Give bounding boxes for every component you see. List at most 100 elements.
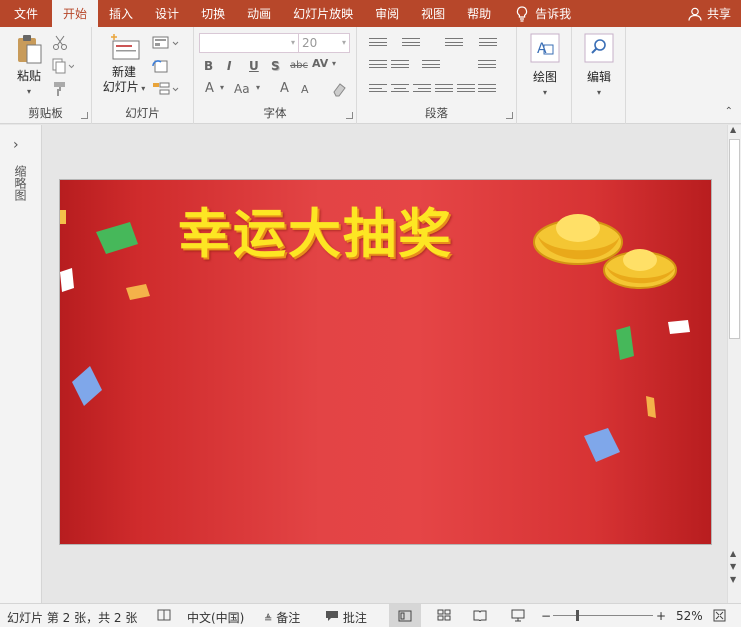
new-slide-label-1: 新建 bbox=[111, 65, 136, 79]
slide-sorter-icon[interactable] bbox=[437, 609, 451, 624]
tab-file[interactable]: 文件 bbox=[0, 0, 52, 27]
group-clipboard: 粘贴 ▾ 剪贴板 bbox=[0, 27, 92, 124]
new-slide-button[interactable]: 新建 幻灯片 ▾ bbox=[98, 33, 150, 96]
cut-icon[interactable] bbox=[52, 35, 68, 51]
change-case-button[interactable]: Aa bbox=[234, 82, 250, 96]
copy-icon[interactable] bbox=[52, 58, 75, 74]
zoom-slider-thumb[interactable] bbox=[576, 610, 579, 621]
tab-review[interactable]: 审阅 bbox=[364, 0, 410, 27]
chevron-down-icon: ▾ bbox=[341, 38, 346, 47]
scroll-up-icon[interactable]: ▲ bbox=[730, 125, 736, 134]
paste-button[interactable]: 粘贴 ▾ bbox=[10, 33, 48, 99]
ribbon-tab-bar: 文件 开始 插入 设计 切换 动画 幻灯片放映 审阅 视图 帮助 告诉我 共享 bbox=[0, 0, 741, 27]
tab-design[interactable]: 设计 bbox=[144, 0, 190, 27]
format-painter-icon[interactable] bbox=[52, 81, 68, 97]
tab-view[interactable]: 视图 bbox=[410, 0, 456, 27]
shrink-font-button[interactable]: A bbox=[301, 83, 309, 96]
align-left-icon[interactable] bbox=[369, 84, 387, 96]
scroll-thumb[interactable] bbox=[729, 139, 740, 339]
next-slide-icon[interactable]: ▼ bbox=[730, 575, 736, 584]
language-indicator[interactable]: 中文(中国) bbox=[187, 609, 244, 626]
dialog-launcher-icon[interactable] bbox=[81, 112, 88, 119]
normal-view-icon[interactable] bbox=[389, 604, 421, 627]
font-size-dropdown[interactable]: 20 ▾ bbox=[298, 33, 350, 53]
layout-icon[interactable] bbox=[152, 35, 179, 51]
vertical-scrollbar[interactable]: ▲ ▲ ▼ ▼ bbox=[727, 125, 741, 603]
grow-font-button[interactable]: A bbox=[280, 81, 289, 96]
align-text-icon[interactable] bbox=[478, 60, 496, 72]
comments-button[interactable]: 批注 bbox=[325, 609, 367, 626]
reset-icon[interactable] bbox=[152, 58, 168, 74]
smartart-icon[interactable] bbox=[478, 84, 496, 96]
group-editing: 编辑 ▾ bbox=[572, 27, 626, 124]
tab-slideshow[interactable]: 幻灯片放映 bbox=[282, 0, 364, 27]
decrease-indent-icon[interactable] bbox=[369, 60, 387, 72]
new-slide-label-2: 幻灯片 bbox=[102, 80, 139, 94]
bullets-icon[interactable] bbox=[369, 38, 387, 50]
font-name-dropdown[interactable]: ▾ bbox=[199, 33, 299, 53]
slide-counter: 幻灯片 第 2 张，共 2 张 bbox=[7, 611, 138, 625]
dialog-launcher-icon[interactable] bbox=[506, 112, 513, 119]
slide[interactable]: 幸运大抽奖 bbox=[59, 179, 712, 545]
paragraph-group-label: 段落 bbox=[425, 106, 448, 120]
strikethrough-button[interactable]: abc bbox=[290, 60, 308, 71]
fit-to-window-icon[interactable] bbox=[713, 609, 726, 625]
clear-formatting-icon[interactable] bbox=[331, 81, 347, 97]
text-direction-icon[interactable] bbox=[422, 60, 440, 72]
accessibility-icon[interactable] bbox=[157, 609, 171, 625]
share-button[interactable]: 共享 bbox=[678, 0, 741, 27]
share-label: 共享 bbox=[706, 7, 731, 21]
thumbnails-label[interactable]: 缩略图 bbox=[12, 165, 29, 201]
dialog-launcher-icon[interactable] bbox=[346, 112, 353, 119]
slideshow-icon[interactable] bbox=[511, 609, 525, 625]
tab-insert[interactable]: 插入 bbox=[98, 0, 144, 27]
clipboard-icon bbox=[18, 35, 42, 64]
editing-button[interactable]: 编辑 ▾ bbox=[578, 33, 620, 100]
zoom-level[interactable]: 52% bbox=[676, 609, 703, 623]
tell-me-box[interactable]: 告诉我 bbox=[502, 0, 579, 27]
notes-label: 备注 bbox=[276, 611, 301, 625]
expand-pane-icon[interactable]: › bbox=[13, 137, 19, 153]
font-group-label: 字体 bbox=[263, 106, 287, 120]
chevron-down-icon[interactable]: ▾ bbox=[256, 83, 260, 92]
chevron-down-icon: ▾ bbox=[26, 87, 31, 96]
chevron-down-icon[interactable]: ▾ bbox=[332, 59, 336, 68]
numbering-icon[interactable] bbox=[402, 38, 420, 50]
notes-button[interactable]: ≜ 备注 bbox=[264, 609, 300, 626]
character-spacing-button[interactable]: AV bbox=[312, 57, 328, 70]
line-spacing-icon[interactable] bbox=[445, 38, 463, 50]
collapse-ribbon-icon[interactable]: ⌃ bbox=[725, 106, 733, 117]
comment-icon bbox=[326, 611, 338, 621]
scroll-down-icon[interactable]: ▼ bbox=[730, 562, 736, 571]
font-size-value: 20 bbox=[302, 36, 318, 50]
font-color-button[interactable]: A bbox=[205, 81, 214, 96]
person-icon bbox=[688, 7, 702, 21]
comments-label: 批注 bbox=[342, 611, 367, 625]
tab-transitions[interactable]: 切换 bbox=[190, 0, 236, 27]
zoom-slider[interactable] bbox=[553, 610, 653, 621]
tab-help[interactable]: 帮助 bbox=[456, 0, 502, 27]
shadow-button[interactable]: S bbox=[271, 59, 280, 73]
chevron-down-icon[interactable]: ▾ bbox=[220, 83, 224, 92]
drawing-button[interactable]: A 绘图 ▾ bbox=[525, 33, 565, 100]
zoom-in-button[interactable]: + bbox=[656, 609, 666, 623]
bold-button[interactable]: B bbox=[204, 59, 213, 73]
underline-button[interactable]: U bbox=[249, 59, 259, 73]
columns-icon[interactable] bbox=[479, 38, 497, 50]
previous-slide-icon[interactable]: ▲ bbox=[730, 549, 736, 558]
increase-indent-icon[interactable] bbox=[391, 60, 409, 72]
reading-view-icon[interactable] bbox=[473, 609, 487, 624]
shapes-icon: A bbox=[530, 33, 560, 63]
align-center-icon[interactable] bbox=[391, 84, 409, 96]
align-right-icon[interactable] bbox=[413, 84, 431, 96]
section-icon[interactable] bbox=[152, 81, 179, 97]
italic-button[interactable]: I bbox=[227, 59, 231, 73]
distributed-icon[interactable] bbox=[457, 84, 475, 96]
thumbnails-pane: › 缩略图 bbox=[0, 125, 42, 603]
new-slide-icon bbox=[111, 34, 140, 60]
justify-icon[interactable] bbox=[435, 84, 453, 96]
zoom-out-button[interactable]: − bbox=[541, 609, 551, 623]
tab-home[interactable]: 开始 bbox=[52, 0, 99, 27]
drawing-label: 绘图 bbox=[532, 70, 557, 84]
tab-animations[interactable]: 动画 bbox=[236, 0, 282, 27]
